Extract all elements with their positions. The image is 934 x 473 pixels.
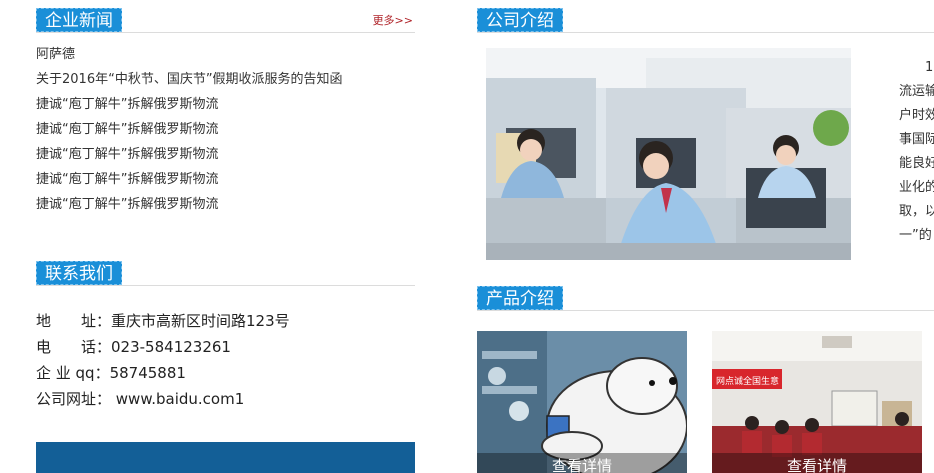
contact-website: 公司网址： www.baidu.com1 [36,386,290,412]
address-label: 地 址： [36,312,112,330]
view-details-button[interactable]: 查看详情 [712,453,922,473]
list-item[interactable]: 阿萨德 [36,42,343,67]
contact-address: 地 址：重庆市高新区时间路123号 [36,308,290,334]
list-item[interactable]: 捷诚“庖丁解牛”拆解俄罗斯物流 [36,192,343,217]
footer-bar [36,442,415,473]
news-link[interactable]: 阿萨德 [36,47,75,62]
about-text-line: 户时效 [899,108,934,123]
contact-section-header: 联系我们 [36,261,415,286]
products-section-title: 产品介绍 [477,286,563,310]
list-item[interactable]: 捷诚“庖丁解牛”拆解俄罗斯物流 [36,117,343,142]
about-text-line: 一”的 [899,228,932,243]
about-text-line: 事国际 [899,132,934,147]
qq-label: 企 业 qq： [36,364,110,382]
website-label: 公司网址： [36,390,112,408]
classroom-image: 网点诚全国生意 [712,331,922,473]
contact-qq: 企 业 qq：58745881 [36,360,290,386]
about-section-header: 公司介绍 [477,8,934,33]
contact-section-title: 联系我们 [36,261,122,285]
company-photo [486,48,851,260]
product-card[interactable]: 网点诚全国生意 查看详情 [712,331,922,473]
about-text-line: 能良好 [899,156,934,171]
news-link[interactable]: 捷诚“庖丁解牛”拆解俄罗斯物流 [36,122,218,137]
product-card[interactable]: 查看详情 [477,331,687,473]
news-section-header: 企业新闻 更多>> [36,8,415,33]
list-item[interactable]: 捷诚“庖丁解牛”拆解俄罗斯物流 [36,167,343,192]
address-value: 重庆市高新区时间路123号 [111,312,290,330]
about-section-title: 公司介绍 [477,8,563,32]
phone-value: 023-584123261 [111,338,231,356]
call-center-image [486,48,851,260]
about-text-line: 流运输 [899,84,934,99]
list-item[interactable]: 捷诚“庖丁解牛”拆解俄罗斯物流 [36,92,343,117]
news-list: 阿萨德 关于2016年“中秋节、国庆节”假期收派服务的告知函 捷诚“庖丁解牛”拆… [36,42,343,217]
contact-phone: 电 话：023-584123261 [36,334,290,360]
news-more-link[interactable]: 更多>> [373,12,413,28]
website-value[interactable]: www.baidu.com1 [111,390,244,408]
about-text-line: 1 [899,60,934,75]
contact-info: 地 址：重庆市高新区时间路123号 电 话：023-584123261 企 业 … [36,308,290,412]
news-link[interactable]: 捷诚“庖丁解牛”拆解俄罗斯物流 [36,197,218,212]
view-details-button[interactable]: 查看详情 [477,453,687,473]
about-text: 1 流运输 户时效 事国际 能良好 业化的 取，以 一”的 [899,56,934,248]
news-link[interactable]: 关于2016年“中秋节、国庆节”假期收派服务的告知函 [36,72,343,87]
phone-label: 电 话： [36,338,112,356]
about-text-line: 业化的 [899,180,934,195]
products-section-header: 产品介绍 [477,286,934,311]
news-link[interactable]: 捷诚“庖丁解牛”拆解俄罗斯物流 [36,97,218,112]
list-item[interactable]: 捷诚“庖丁解牛”拆解俄罗斯物流 [36,142,343,167]
list-item[interactable]: 关于2016年“中秋节、国庆节”假期收派服务的告知函 [36,67,343,92]
news-link[interactable]: 捷诚“庖丁解牛”拆解俄罗斯物流 [36,147,218,162]
qq-value: 58745881 [109,364,186,382]
polar-bear-image [477,331,687,473]
news-section-title: 企业新闻 [36,8,122,32]
news-link[interactable]: 捷诚“庖丁解牛”拆解俄罗斯物流 [36,172,218,187]
about-text-line: 取，以 [899,204,934,219]
banner-text: 网点诚全国生意 [716,375,779,387]
